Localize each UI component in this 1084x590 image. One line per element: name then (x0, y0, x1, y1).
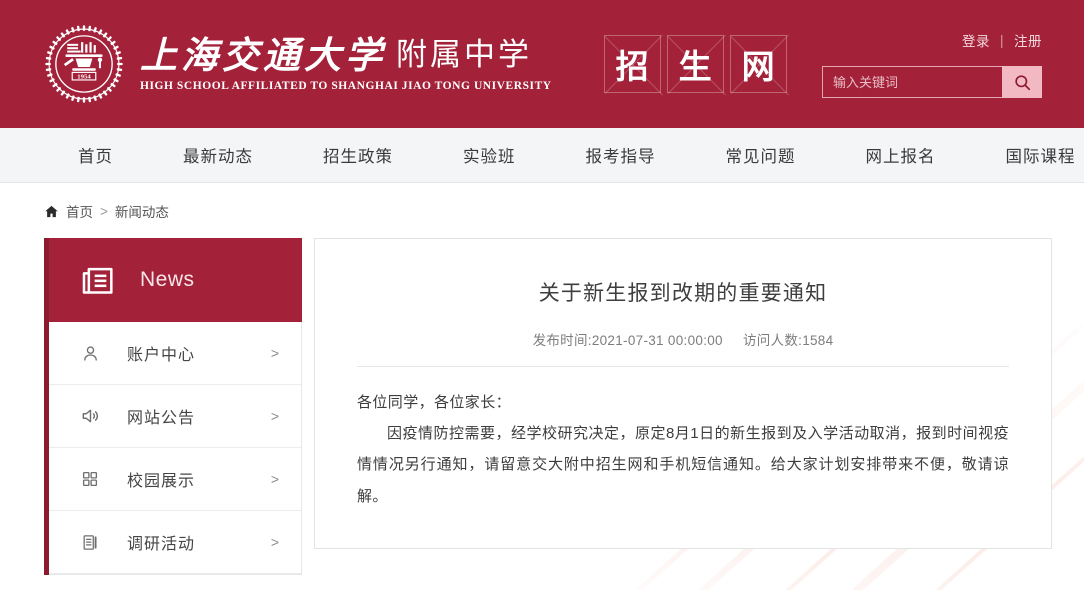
login-link[interactable]: 登录 (962, 30, 990, 50)
brand-text: 上海交通大学 附属中学 HIGH SCHOOL AFFILIATED TO SH… (140, 32, 552, 93)
home-icon (44, 204, 59, 219)
search-input[interactable] (822, 66, 1002, 98)
content-row: News 账户中心 > 网站公告 > 校园展示 > 调研活动 > 关于新生报到改… (44, 238, 1084, 575)
breadcrumb-current: 新闻动态 (114, 205, 169, 220)
auth-separator: | (999, 32, 1004, 48)
register-link[interactable]: 注册 (1014, 30, 1042, 50)
speaker-icon (79, 406, 101, 426)
breadcrumb: 首页 > 新闻动态 (44, 201, 1084, 221)
nav-item-experimental-class[interactable]: 实验班 (463, 143, 516, 167)
site-header: 1954 上海交通大学 附属中学 HIGH SCHOOL AFFILIATED … (0, 0, 1084, 128)
sidebar-item-account-center-arrow: > (270, 345, 279, 361)
nav-item-international-courses[interactable]: 国际课程 (1006, 143, 1076, 167)
grid-icon (79, 470, 101, 488)
nav-item-news[interactable]: 最新动态 (183, 143, 253, 167)
newspaper-icon (82, 267, 113, 294)
sjtu-emblem-icon: 1954 (45, 25, 123, 103)
sidebar-item-campus-showcase-arrow: > (270, 471, 279, 487)
sidebar-item-campus-showcase-label: 校园展示 (127, 473, 196, 490)
nav-items: 首页 最新动态 招生政策 实验班 报考指导 常见问题 网上报名 国际课程 (78, 143, 1076, 167)
sidebar-item-account-center-label: 账户中心 (127, 347, 196, 364)
article-title: 关于新生报到改期的重要通知 (538, 282, 828, 305)
brand-name-sub: 附属中学 (396, 37, 532, 74)
brand-block[interactable]: 1954 上海交通大学 附属中学 HIGH SCHOOL AFFILIATED … (42, 22, 552, 106)
sidebar-accent-bar (44, 238, 49, 575)
article-publish-time: 发布时间:2021-07-31 00:00:00 (532, 333, 723, 348)
article-divider (357, 366, 1009, 367)
article-view-count: 访问人数:1584 (742, 333, 834, 348)
nav-item-faq[interactable]: 常见问题 (726, 143, 796, 167)
brand-name-en: HIGH SCHOOL AFFILIATED TO SHANGHAI JIAO … (140, 80, 552, 93)
auth-links: 登录 | 注册 (962, 30, 1042, 50)
site-badge-char-3-text: 网 (741, 47, 775, 86)
header-right: 登录 | 注册 (822, 30, 1042, 98)
breadcrumb-separator: > (100, 203, 108, 219)
brand-name-main: 上海交通大学 (140, 32, 386, 77)
sidebar-item-survey-activity-arrow: > (270, 534, 279, 550)
nav-item-online-registration[interactable]: 网上报名 (866, 143, 936, 167)
sidebar-item-survey-activity[interactable]: 调研活动 > (45, 511, 301, 574)
site-badge-char-2-text: 生 (678, 47, 712, 86)
site-badge-char-1-text: 招 (615, 47, 649, 86)
sidebar-menu: 账户中心 > 网站公告 > 校园展示 > 调研活动 > (44, 322, 302, 575)
article-paragraph-2: 因疫情防控需要，经学校研究决定，原定8月1日的新生报到及入学活动取消，报到时间视… (357, 425, 1009, 505)
search-bar (822, 66, 1042, 98)
site-badge-char-3: 网 (729, 35, 787, 93)
sidebar-item-survey-activity-label: 调研活动 (127, 536, 196, 553)
sidebar-header-label: News (140, 268, 195, 291)
document-icon (79, 533, 101, 552)
search-button[interactable] (1002, 66, 1042, 98)
site-badge: 招 生 网 (603, 35, 787, 93)
site-badge-char-2: 生 (666, 35, 724, 93)
nav-item-home[interactable]: 首页 (78, 143, 113, 167)
sidebar-item-campus-showcase[interactable]: 校园展示 > (45, 448, 301, 511)
site-badge-char-1: 招 (603, 35, 661, 93)
sidebar: News 账户中心 > 网站公告 > 校园展示 > 调研活动 > (44, 238, 302, 575)
nav-item-policy[interactable]: 招生政策 (323, 143, 393, 167)
emblem-year: 1954 (77, 74, 91, 81)
sidebar-item-site-announcement[interactable]: 网站公告 > (45, 385, 301, 448)
article-body: 各位同学，各位家长： 因疫情防控需要，经学校研究决定，原定8月1日的新生报到及入… (357, 387, 1009, 512)
search-icon (1014, 74, 1030, 90)
article-paragraph-1: 各位同学，各位家长： (357, 394, 512, 411)
page-root: 1954 上海交通大学 附属中学 HIGH SCHOOL AFFILIATED … (0, 0, 1084, 590)
user-icon (79, 344, 101, 363)
sidebar-item-site-announcement-label: 网站公告 (127, 410, 196, 427)
sidebar-header: News (44, 238, 302, 322)
main-navigation: 首页 最新动态 招生政策 实验班 报考指导 常见问题 网上报名 国际课程 (0, 128, 1084, 183)
nav-item-application-guide[interactable]: 报考指导 (586, 143, 656, 167)
article-panel: 关于新生报到改期的重要通知 发布时间:2021-07-31 00:00:00 访… (314, 238, 1052, 549)
breadcrumb-home[interactable]: 首页 (66, 201, 93, 221)
sidebar-item-site-announcement-arrow: > (270, 408, 279, 424)
article-meta: 发布时间:2021-07-31 00:00:00 访问人数:1584 (357, 329, 1009, 349)
sidebar-item-account-center[interactable]: 账户中心 > (45, 322, 301, 385)
